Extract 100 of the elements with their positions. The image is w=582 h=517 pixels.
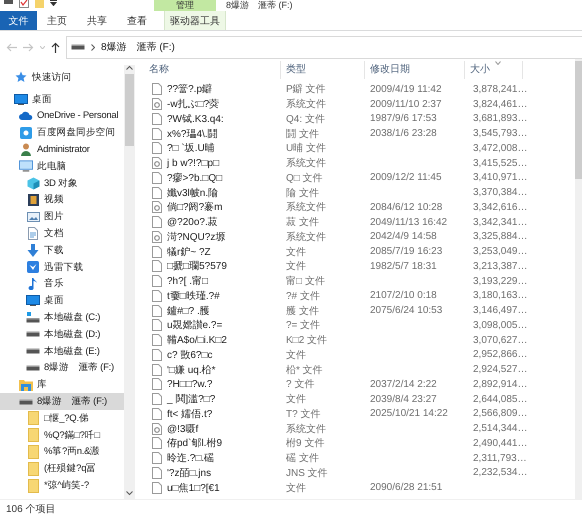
item-count: 106 个项目 <box>6 502 56 516</box>
nav-item[interactable]: Administrator <box>0 141 124 158</box>
drive-icon[interactable] <box>4 0 13 5</box>
file-size: 3,070,627… <box>473 334 528 346</box>
file-size: 3,193,229… <box>473 276 528 287</box>
nav-item[interactable]: 视频 <box>0 192 124 208</box>
column-header[interactable]: 修改日期 <box>365 61 465 79</box>
column-header[interactable]: 名称 <box>144 61 281 79</box>
file-icon <box>152 304 162 317</box>
context-tab-label: 管理 <box>154 0 216 11</box>
file-icon <box>152 378 162 390</box>
nav-item[interactable]: 本地磁盘 (D:) <box>0 326 124 343</box>
caret-icon[interactable] <box>50 0 57 6</box>
nav-item[interactable]: 百度网盘同步空间 <box>0 124 124 142</box>
checkbox-icon[interactable] <box>19 0 29 8</box>
nav-item[interactable]: 文档 <box>0 225 124 242</box>
file-size: 2,514,344… <box>473 423 528 434</box>
nav-item[interactable]: 桌面 <box>0 90 124 108</box>
file-type: 系统文件 <box>286 202 326 214</box>
file-icon <box>152 319 162 332</box>
file-icon <box>152 83 162 96</box>
file-type: 柗* 文件 <box>286 364 323 376</box>
file-size: 2,232,534… <box>473 467 528 478</box>
address-bar[interactable]: 8爆游 滙蒂 (F:) <box>66 36 582 58</box>
nav-item[interactable]: %箏?襾n.&溵 <box>0 444 124 460</box>
file-name: '?z皕□.jns <box>167 466 212 480</box>
file-name: @!3嗫f <box>167 422 198 436</box>
file-name: 倘□?阏?褰m <box>167 200 222 214</box>
ribbon-tab[interactable]: 查看 <box>117 11 157 30</box>
cloud-icon <box>19 111 33 120</box>
modified-date: 2049/11/13 16:42 <box>370 216 448 228</box>
nav-item[interactable]: (枉殒鍵?q冨 <box>0 460 124 478</box>
file-size: 3,342,341… <box>473 216 528 228</box>
down-arrow-icon <box>27 244 39 257</box>
file-size: 3,472,008… <box>473 142 528 154</box>
scroll-down-icon[interactable] <box>126 491 133 496</box>
nav-item[interactable]: 本地磁盘 (C:) <box>0 309 124 326</box>
file-size: 2,490,441… <box>473 438 528 449</box>
modified-date: 2042/4/9 14:58 <box>370 231 437 242</box>
column-header[interactable]: 类型 <box>281 61 365 79</box>
column-header[interactable]: 大小 <box>465 61 523 79</box>
nav-item[interactable]: 桌面 <box>0 292 124 310</box>
nav-item[interactable]: □惬_?Q.俤 <box>0 410 124 427</box>
file-name: ?H□□?w.? <box>167 378 212 390</box>
sort-caret-icon <box>495 61 501 65</box>
nav-item[interactable]: 8爆游 滙蒂 (F:) <box>0 393 124 410</box>
file-type: 文件 <box>286 394 306 406</box>
file-size: 3,681,893… <box>473 113 528 124</box>
file-size: 2,952,866… <box>473 349 528 360</box>
file-name: j b w?!?□p□ <box>167 158 220 169</box>
address-path: 8爆游 滙蒂 (F:) <box>101 40 175 54</box>
scrollbar-thumb[interactable] <box>575 61 582 179</box>
nav-item[interactable]: 迅雷下载 <box>0 258 124 276</box>
file-size: 2,311,793… <box>473 452 527 464</box>
file-type: P鐴 文件 <box>286 84 326 96</box>
file-size: 3,415,525… <box>473 158 528 169</box>
nav-item[interactable]: 库 <box>0 376 124 394</box>
file-name: ?□ `坂.U晡 <box>167 142 215 156</box>
scroll-up-icon[interactable] <box>126 65 133 70</box>
scrollbar-thumb[interactable] <box>125 74 134 146</box>
nav-item[interactable]: 此电脑 <box>0 158 124 175</box>
file-type: U晡 文件 <box>286 143 326 154</box>
file-tab[interactable]: 文件 <box>0 11 37 30</box>
nav-item[interactable]: 3D 对象 <box>0 174 124 192</box>
modified-date: 2090/6/28 21:51 <box>370 482 442 494</box>
window-title: 8爆游 滙蒂 (F:) <box>226 0 292 10</box>
nav-item[interactable]: 图片 <box>0 208 124 226</box>
nav-item[interactable]: 下载 <box>0 242 124 259</box>
file-name: ?W铽.K3.q4: <box>167 112 224 126</box>
nav-item[interactable]: %Q?鏋□?吀□ <box>0 426 124 444</box>
file-size: 2,924,527… <box>473 364 528 376</box>
file-type: Q□ 文件 <box>286 172 323 184</box>
file-icon <box>152 260 162 272</box>
nav-item[interactable]: 8爆游 滙蒂 (F:) <box>0 360 124 376</box>
nav-item[interactable]: 本地磁盘 (E:) <box>0 342 124 360</box>
film-icon <box>28 194 38 206</box>
monitor-icon <box>14 94 28 105</box>
nav-item[interactable]: *弶^屿笑-? <box>0 477 124 494</box>
file-type: 文件 <box>286 350 306 361</box>
nav-item[interactable]: 音乐 <box>0 276 124 292</box>
file-name: 侟pd`郇l.柎9 <box>167 436 222 450</box>
ribbon-tab[interactable]: 主页 <box>37 11 77 30</box>
system-drive-icon <box>26 312 40 324</box>
file-name: c? 敳6?□c <box>167 348 213 362</box>
file-name: 鑪#□? .雘 <box>167 304 210 318</box>
file-name: -w扎ぶ□?葖 <box>167 98 220 112</box>
file-name: @?20o?.菽 <box>167 216 218 230</box>
monitor-icon <box>26 295 40 306</box>
ribbon-tab[interactable]: 共享 <box>77 11 117 30</box>
folder-icon <box>28 411 38 426</box>
file-name: 犠r鈩~ ?Z <box>167 246 211 259</box>
file-icon <box>152 172 162 184</box>
file-size: 3,180,163… <box>473 290 528 302</box>
up-icon[interactable] <box>51 42 60 52</box>
file-name: u□焦1□?[€1 <box>167 482 220 495</box>
nav-item[interactable]: OneDrive - Personal <box>0 108 124 124</box>
nav-item[interactable]: 快速访问 <box>0 69 124 86</box>
modified-date: 2039/8/4 23:27 <box>370 394 437 405</box>
file-type: 系统文件 <box>286 232 326 243</box>
gear-file-icon <box>152 157 162 170</box>
